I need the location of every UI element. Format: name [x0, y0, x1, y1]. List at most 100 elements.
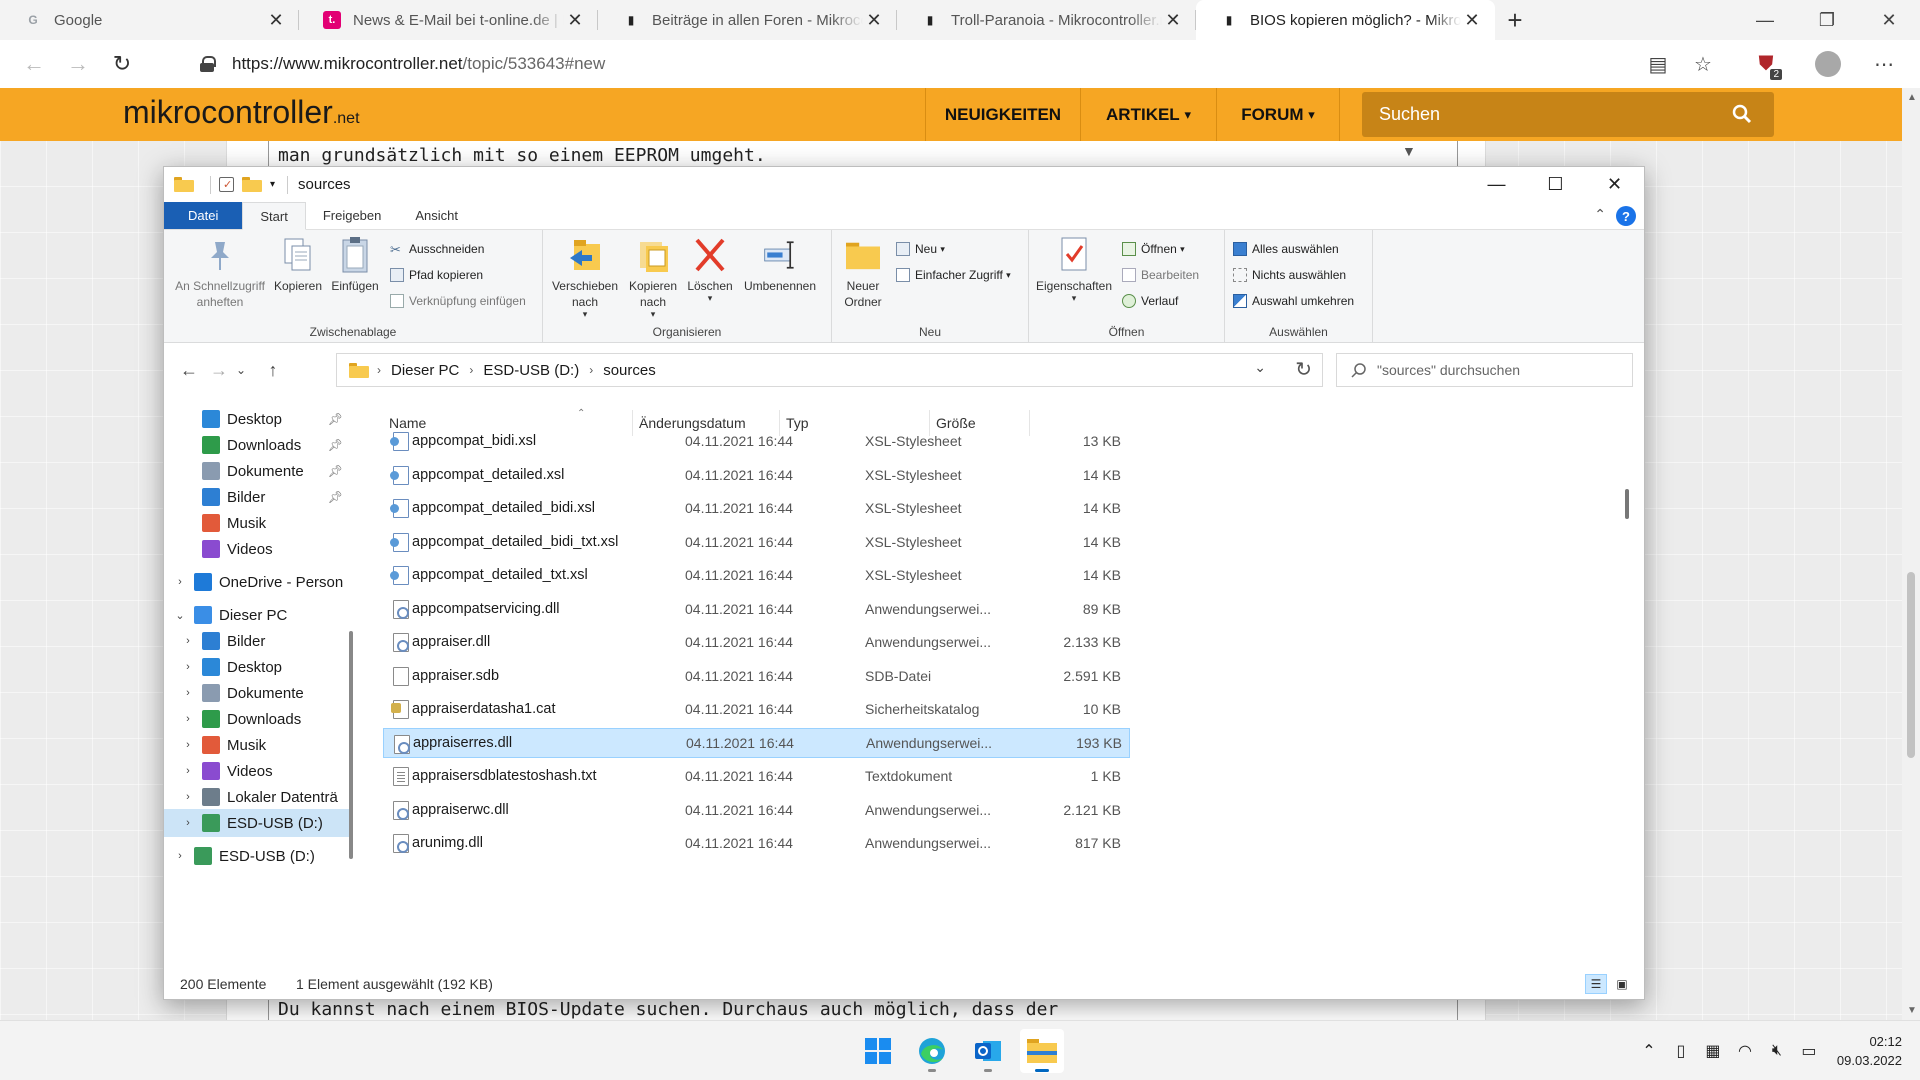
nav-item[interactable]: › Musik — [164, 731, 351, 759]
maximize-icon[interactable]: ☐ — [1526, 167, 1585, 202]
browser-tab-beitraege[interactable]: ▮ Beiträge in allen Foren - Mikroco ✕ — [598, 0, 897, 40]
restore-icon[interactable]: ❐ — [1796, 0, 1858, 40]
details-view-icon[interactable]: ☰ — [1585, 974, 1607, 994]
chevron-right-icon[interactable]: › — [180, 739, 196, 751]
paste-button[interactable]: Einfügen — [327, 236, 383, 294]
chevron-right-icon[interactable]: › — [469, 363, 473, 377]
up-icon[interactable]: ↑ — [258, 356, 288, 384]
table-row[interactable]: appraiser.dll 04.11.2021 16:44 Anwendungse… — [383, 627, 1130, 657]
nav-item[interactable]: › Downloads — [164, 705, 351, 733]
nav-item[interactable]: › Desktop — [164, 653, 351, 681]
close-tab-icon[interactable]: ✕ — [564, 9, 586, 31]
edit-button[interactable]: Bearbeiten — [1122, 268, 1199, 282]
forward-icon[interactable]: → — [56, 44, 100, 84]
tab-start[interactable]: Start — [242, 202, 306, 230]
profile-avatar[interactable] — [1814, 50, 1842, 78]
refresh-icon[interactable]: ↻ — [1295, 357, 1312, 382]
back-icon[interactable]: ← — [12, 44, 56, 84]
tray-overflow-icon[interactable]: ⌃ — [1635, 1041, 1663, 1061]
properties-quick-icon[interactable]: ✓ — [219, 177, 234, 192]
site-logo[interactable]: mikrocontroller.net — [123, 94, 360, 131]
chevron-down-icon[interactable]: ⌄ — [1254, 359, 1266, 376]
tab-datei[interactable]: Datei — [164, 202, 243, 229]
delete-button[interactable]: Löschen ▾ — [685, 236, 735, 303]
breadcrumb-item[interactable]: Dieser PC — [391, 362, 459, 379]
select-none-button[interactable]: Nichts auswählen — [1233, 268, 1346, 282]
nav-item[interactable]: › Lokaler Datenträ — [164, 783, 351, 811]
nav-item[interactable]: Musik — [164, 509, 351, 537]
chevron-right-icon[interactable]: › — [180, 791, 196, 803]
nav-item[interactable]: › OneDrive - Person — [164, 568, 351, 596]
chevron-right-icon[interactable]: › — [180, 661, 196, 673]
new-item-button[interactable]: Neu ▾ — [896, 242, 945, 256]
address-bar[interactable]: https://www.mikrocontroller.net/topic/53… — [180, 45, 1600, 83]
pin-quick-access-button[interactable]: An Schnellzugriff anheften — [170, 236, 270, 310]
nav-item[interactable]: › ESD-USB (D:) — [164, 809, 351, 837]
open-button[interactable]: Öffnen ▾ — [1122, 242, 1185, 256]
volume-muted-icon[interactable]: 🔇︎ — [1763, 1042, 1791, 1060]
easy-access-button[interactable]: Einfacher Zugriff ▾ — [896, 268, 1011, 282]
add-favorite-icon[interactable]: ☆ — [1689, 50, 1717, 78]
nav-item[interactable]: Bilder 📌︎ — [164, 483, 351, 511]
reload-icon[interactable]: ↻ — [100, 44, 144, 84]
rename-button[interactable]: Umbenennen — [738, 236, 822, 294]
browser-tab-troll-paranoia[interactable]: ▮ Troll-Paranoia - Mikrocontroller.n ✕ — [897, 0, 1196, 40]
nav-item[interactable]: Dokumente 📌︎ — [164, 457, 351, 485]
file-list-scrollbar[interactable] — [1622, 417, 1632, 969]
copy-button[interactable]: Kopieren — [270, 236, 326, 294]
table-row[interactable]: appraiserdatasha1.cat 04.11.2021 16:44 Sic… — [383, 694, 1130, 724]
minimize-icon[interactable]: — — [1734, 0, 1796, 40]
breadcrumb-item[interactable]: ESD-USB (D:) — [483, 362, 579, 379]
quick-access-dropdown-icon[interactable]: ▾ — [270, 179, 275, 190]
paste-shortcut-button[interactable]: Verknüpfung einfügen — [390, 294, 526, 308]
new-folder-quick-icon[interactable] — [242, 177, 262, 192]
site-search-input[interactable]: Suchen — [1362, 92, 1774, 137]
select-all-button[interactable]: Alles auswählen — [1233, 242, 1339, 256]
recent-locations-icon[interactable]: ⌄ — [226, 356, 256, 384]
battery-icon[interactable]: ▭ — [1795, 1041, 1823, 1061]
nav-item[interactable]: › Bilder — [164, 627, 351, 655]
tab-ansicht[interactable]: Ansicht — [398, 202, 475, 229]
invert-selection-button[interactable]: Auswahl umkehren — [1233, 294, 1354, 308]
back-icon[interactable]: ← — [174, 356, 204, 384]
chevron-down-icon[interactable]: ⌄ — [172, 609, 188, 622]
taskbar-file-explorer[interactable] — [1020, 1029, 1064, 1073]
usb-eject-icon[interactable]: ▯ — [1667, 1041, 1695, 1061]
browser-tab-bios-kopieren[interactable]: ▮ BIOS kopieren möglich? - Mikroc ✕ — [1196, 0, 1495, 40]
history-button[interactable]: Verlauf — [1122, 294, 1178, 308]
chevron-right-icon[interactable]: › — [180, 687, 196, 699]
close-tab-icon[interactable]: ✕ — [1461, 9, 1483, 31]
taskbar-outlook[interactable] — [966, 1029, 1010, 1073]
ublock-extension-icon[interactable]: ⛊ 2 — [1752, 50, 1782, 80]
nav-artikel[interactable]: ARTIKEL ▾ — [1080, 88, 1216, 141]
table-row[interactable]: appraiserwc.dll 04.11.2021 16:44 Anwendung… — [383, 795, 1130, 825]
chevron-right-icon[interactable]: › — [589, 363, 593, 377]
table-row[interactable]: appcompat_detailed.xsl 04.11.2021 16:44 XS… — [383, 460, 1130, 490]
start-button[interactable] — [856, 1029, 900, 1073]
cut-button[interactable]: ✂ Ausschneiden — [390, 242, 484, 257]
nav-item[interactable]: ⌄ Dieser PC — [164, 601, 351, 629]
reader-view-icon[interactable]: ▤ — [1644, 50, 1672, 78]
scroll-thumb[interactable] — [1907, 572, 1915, 758]
copy-to-button[interactable]: Kopieren nach ▾ — [622, 236, 684, 319]
chevron-right-icon[interactable]: › — [172, 850, 188, 862]
tab-freigeben[interactable]: Freigeben — [306, 202, 399, 229]
nav-neuigkeiten[interactable]: NEUIGKEITEN — [925, 88, 1080, 141]
chevron-right-icon[interactable]: › — [180, 713, 196, 725]
minimize-icon[interactable]: — — [1467, 167, 1526, 202]
page-scrollbar[interactable]: ▲ ▼ — [1902, 88, 1920, 1020]
chevron-right-icon[interactable]: › — [172, 576, 188, 588]
large-icons-view-icon[interactable]: ▣ — [1611, 974, 1633, 994]
chevron-right-icon[interactable]: › — [377, 363, 381, 377]
search-icon[interactable] — [1732, 104, 1752, 124]
more-options-icon[interactable]: ⋯ — [1870, 50, 1898, 78]
post-scroll-arrow-icon[interactable]: ▼ — [1402, 143, 1416, 159]
breadcrumb-item[interactable]: sources — [603, 362, 656, 379]
close-tab-icon[interactable]: ✕ — [863, 9, 885, 31]
table-row[interactable]: appcompat_bidi.xsl 04.11.2021 16:44 XSL-St… — [383, 426, 1130, 456]
browser-tab-t-online[interactable]: t. News & E-Mail bei t-online.de | N ✕ — [299, 0, 598, 40]
table-row[interactable]: arunimg.dll 04.11.2021 16:44 Anwendungserw… — [383, 828, 1130, 858]
table-row[interactable]: appcompat_detailed_txt.xsl 04.11.2021 16:… — [383, 560, 1130, 590]
help-icon[interactable]: ? — [1616, 206, 1636, 226]
nav-item[interactable]: › Dokumente — [164, 679, 351, 707]
